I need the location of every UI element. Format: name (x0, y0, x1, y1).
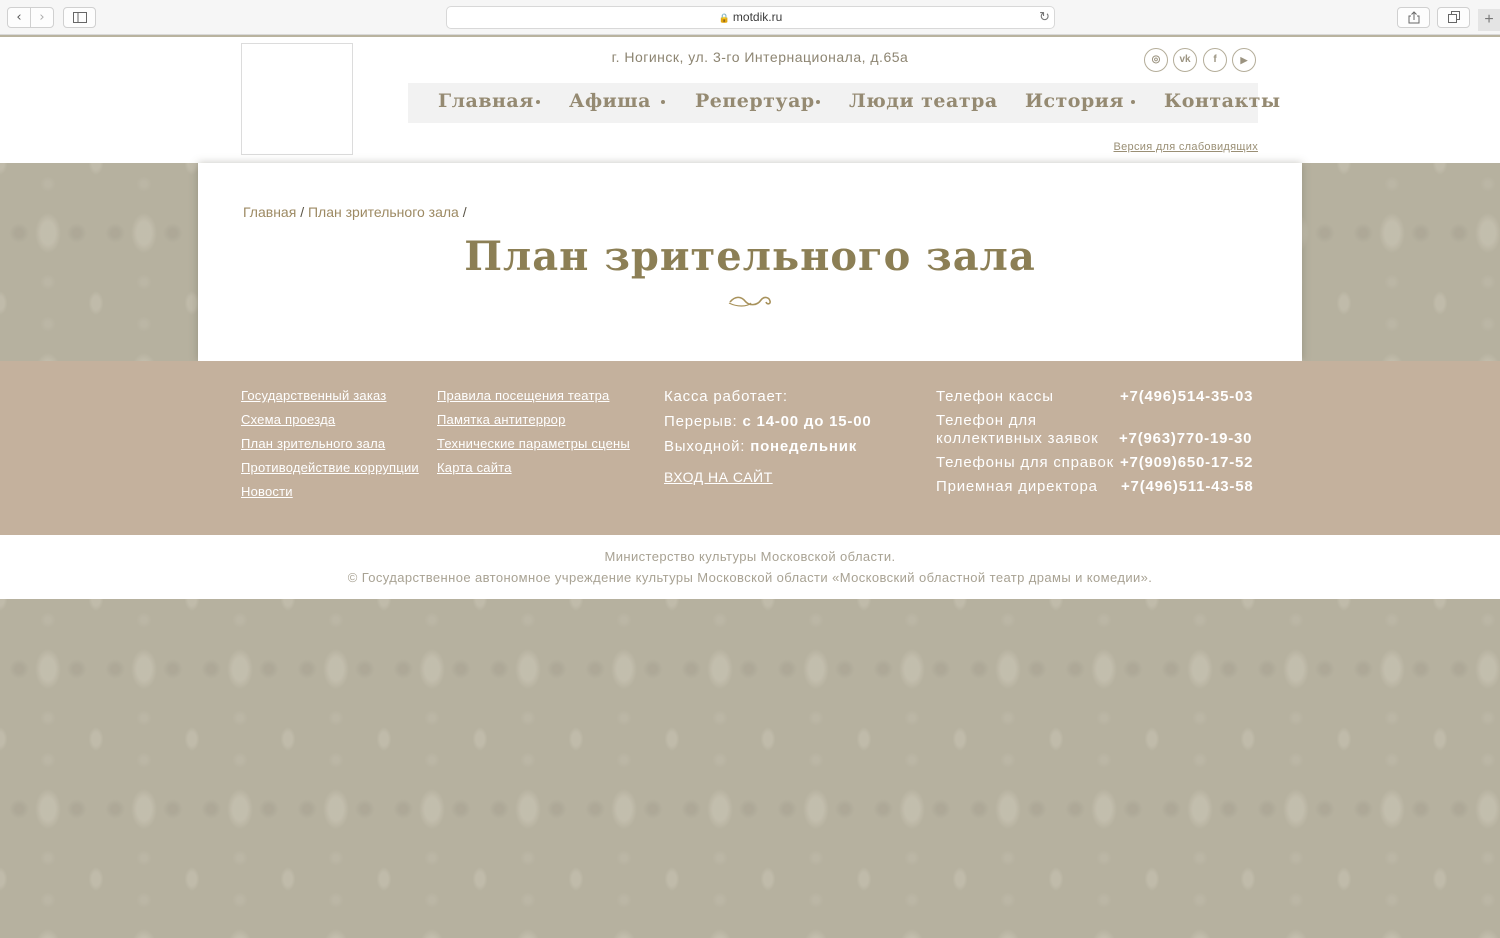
nav-item-home[interactable]: Главная (438, 90, 534, 112)
nav-item-afisha[interactable]: Афиша (569, 90, 651, 112)
url-text: motdik.ru (732, 10, 783, 24)
breadcrumb-separator: / (462, 204, 467, 220)
phone-label-box-office: Телефон кассы (936, 388, 1054, 405)
footer-link-stage-specs[interactable]: Технические параметры сцены (437, 436, 630, 451)
phone-value-director[interactable]: +7(496)511-43-58 (1121, 478, 1253, 495)
nav-separator (991, 100, 995, 104)
site-logo[interactable] (241, 43, 353, 155)
footer-link-sitemap[interactable]: Карта сайта (437, 460, 512, 475)
nav-separator (1131, 100, 1135, 104)
dayoff-value: понедельник (750, 438, 858, 455)
main-nav: Главная Афиша Репертуар Люди театра Исто… (408, 83, 1280, 123)
phone-value-info[interactable]: +7(909)650-17-52 (1120, 454, 1253, 471)
nav-item-people[interactable]: Люди театра (849, 90, 998, 112)
footer-link-visit-rules[interactable]: Правила посещения театра (437, 388, 609, 403)
theatre-address: г. Ногинск, ул. 3-го Интернационала, д.6… (611, 49, 909, 65)
vk-icon[interactable]: vk (1173, 48, 1197, 72)
site-header: г. Ногинск, ул. 3-го Интернационала, д.6… (0, 35, 1500, 165)
breadcrumb-home-link[interactable]: Главная (243, 204, 296, 220)
phone-label-group-line2: коллективных заявок (936, 430, 1099, 447)
box-office-break: Перерыв: с 14-00 до 15-00 (664, 413, 872, 430)
low-vision-link[interactable]: Версия для слабовидящих (1114, 141, 1259, 153)
phone-value-box-office[interactable]: +7(496)514-35-03 (1120, 388, 1253, 405)
break-label: Перерыв: (664, 413, 738, 430)
nav-separator (536, 100, 540, 104)
copyright-line: © Государственное автономное учреждение … (347, 570, 1153, 585)
phone-label-info: Телефоны для справок (936, 454, 1114, 471)
tabs-icon (1447, 11, 1460, 23)
plus-icon: + (1484, 11, 1494, 28)
footer-link-news[interactable]: Новости (241, 484, 293, 499)
damask-background (0, 599, 1500, 938)
sidebar-icon (72, 12, 87, 23)
browser-toolbar: ‹ › 🔒 motdik.ru ↻ + (0, 0, 1500, 35)
footer-link-hall-plan[interactable]: План зрительного зала (241, 436, 385, 451)
box-office-dayoff: Выходной: понедельник (664, 438, 857, 455)
breadcrumb: Главная / План зрительного зала / (243, 204, 467, 220)
footer-link-antiterror[interactable]: Памятка антитеррор (437, 412, 566, 427)
page-title: План зрительного зала (464, 233, 1036, 280)
instagram-icon[interactable]: ◎ (1144, 48, 1168, 72)
nav-separator (816, 100, 820, 104)
youtube-icon[interactable]: ▶ (1232, 48, 1256, 72)
phone-label-group-line1: Телефон для (936, 412, 1037, 429)
tabs-overview-button[interactable] (1437, 7, 1470, 28)
footer-link-state-order[interactable]: Государственный заказ (241, 388, 386, 403)
nav-item-contacts[interactable]: Контакты (1164, 90, 1281, 112)
share-button[interactable] (1397, 7, 1430, 28)
login-link[interactable]: ВХОД НА САЙТ (664, 469, 773, 485)
break-value: с 14-00 до 15-00 (742, 413, 872, 430)
sidebar-toggle-button[interactable] (63, 7, 96, 28)
reload-icon[interactable]: ↻ (1039, 7, 1050, 28)
copyright-block: Министерство культуры Московской области… (0, 535, 1500, 599)
box-office-heading: Касса работает: (664, 388, 788, 405)
address-bar[interactable]: 🔒 motdik.ru ↻ (446, 6, 1055, 29)
breadcrumb-separator: / (300, 204, 305, 220)
ministry-line: Министерство культуры Московской области… (604, 549, 896, 564)
phone-value-group[interactable]: +7(963)770-19-30 (1119, 430, 1252, 447)
chevron-right-icon: › (39, 10, 45, 25)
nav-separator (661, 100, 665, 104)
new-tab-button[interactable]: + (1478, 9, 1500, 31)
forward-button[interactable]: › (30, 7, 54, 28)
content-card: Главная / План зрительного зала / План з… (198, 163, 1302, 361)
back-button[interactable]: ‹ (7, 7, 31, 28)
chevron-left-icon: ‹ (16, 10, 22, 25)
flourish-ornament-icon (728, 296, 771, 307)
footer-link-anticorruption[interactable]: Противодействие коррупции (241, 460, 419, 475)
footer-link-directions[interactable]: Схема проезда (241, 412, 335, 427)
dayoff-label: Выходной: (664, 438, 746, 455)
nav-item-history[interactable]: История (1025, 90, 1124, 112)
site-footer: Государственный заказ Схема проезда План… (0, 361, 1500, 535)
phone-label-director: Приемная директора (936, 478, 1098, 495)
breadcrumb-current-link[interactable]: План зрительного зала (308, 204, 459, 220)
lock-icon: 🔒 (718, 13, 730, 23)
facebook-icon[interactable]: f (1203, 48, 1227, 72)
share-icon (1408, 11, 1419, 24)
nav-item-repertoire[interactable]: Репертуар (695, 90, 815, 112)
